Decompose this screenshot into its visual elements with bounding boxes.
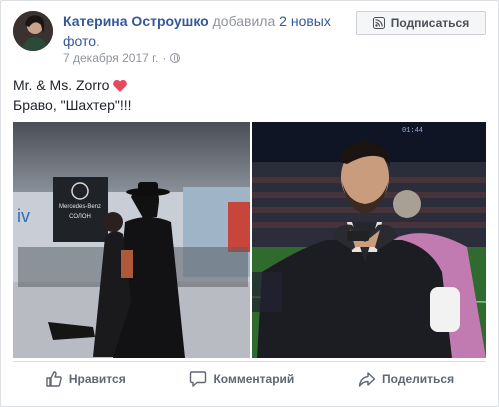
post-text: Mr. & Ms. Zorro Браво, "Шахтер"!!! <box>13 75 132 115</box>
meta-separator: · <box>162 51 167 65</box>
heart-icon <box>113 80 128 93</box>
author-avatar[interactable] <box>13 11 53 51</box>
post-card: Катерина Остроушко добавила 2 новых фото… <box>0 0 499 407</box>
sign-brand: Mercedes-Benz <box>59 204 101 210</box>
scoreboard-time: 01:44 <box>402 127 423 135</box>
post-date[interactable]: 7 декабря 2017 г. <box>63 51 158 65</box>
like-label: Нравится <box>68 372 126 386</box>
like-button[interactable]: Нравится <box>45 370 126 388</box>
action-divider <box>13 361 486 362</box>
thumbs-up-icon <box>46 371 62 387</box>
subscribe-button[interactable]: Подписаться <box>356 11 486 35</box>
comment-label: Комментарий <box>213 372 295 386</box>
post-text-line-2: Браво, "Шахтер"!!! <box>13 97 132 113</box>
subscribe-label: Подписаться <box>390 16 470 30</box>
comment-button[interactable]: Комментарий <box>189 370 294 388</box>
speech-bubble-icon <box>190 371 207 387</box>
wall-letters: iv <box>17 206 30 226</box>
globe-icon[interactable] <box>170 53 181 63</box>
post-header: Катерина Остроушко добавила 2 новых фото… <box>63 11 348 51</box>
post-meta: 7 декабря 2017 г. · <box>63 51 181 65</box>
action-text: добавила <box>208 13 280 29</box>
share-label: Поделиться <box>382 372 455 386</box>
author-name[interactable]: Катерина Остроушко <box>63 13 209 29</box>
photo-airport[interactable]: Mercedes-Benz СОЛОН iv <box>13 122 250 358</box>
photo-stadium[interactable]: 01:44 <box>252 122 486 358</box>
share-button[interactable]: Поделиться <box>358 370 454 388</box>
rss-feed-icon <box>372 17 385 29</box>
share-arrow-icon <box>358 372 376 387</box>
post-text-line-1-content: Mr. & Ms. Zorro <box>13 77 110 93</box>
sign-sub: СОЛОН <box>69 214 91 220</box>
post-text-line-1: Mr. & Ms. Zorro <box>13 75 132 95</box>
action-bar: Нравится Комментарий Поделиться <box>13 365 486 393</box>
period: . <box>96 33 100 49</box>
